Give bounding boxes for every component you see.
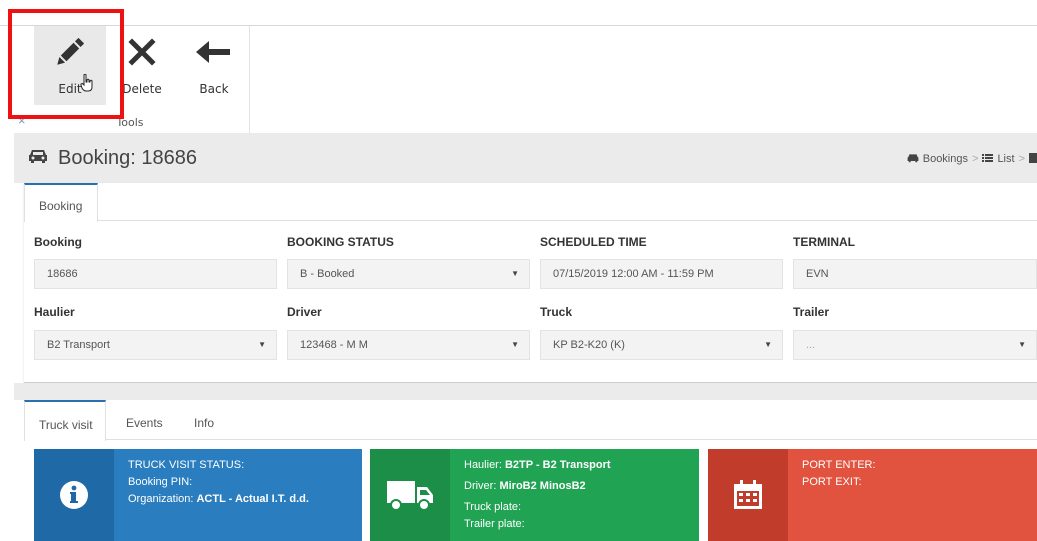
arrow-left-icon [186,34,242,70]
page-title-text: Booking: 18686 [58,147,198,169]
chevron-down-icon: ▼ [764,340,772,349]
terminal-label: TERMINAL [793,235,855,249]
scheduled-time-value: 07/15/2019 12:00 AM - 11:59 PM [553,268,714,280]
truck-visit-status-tile: TRUCK VISIT STATUS: Booking PIN: Organiz… [34,449,362,541]
port-tile-body: PORT ENTER: PORT EXIT: [802,457,876,491]
trailer-label: Trailer [793,305,830,319]
booking-label: Booking [34,235,82,249]
driver-value: 123468 - M M [300,339,368,351]
driver-text: Driver: MiroB2 MinosB2 [464,478,611,495]
port-enter-text: PORT ENTER: [802,459,876,471]
driver-label: Driver [287,305,322,319]
booking-status-label: BOOKING STATUS [287,235,394,249]
truck-icon [370,449,450,541]
breadcrumb-list[interactable]: List [997,153,1014,166]
left-gutter [0,133,14,541]
truck-select[interactable]: KP B2-K20 (K) ▼ [540,330,783,360]
truck-value: KP B2-K20 (K) [553,339,625,351]
booking-field: 18686 [34,259,277,289]
vehicle-tile-body: Haulier: B2TP - B2 Transport Driver: Mir… [464,457,611,533]
truck-visit-tabs: Truck visit Events Info [24,400,1037,441]
haulier-text: Haulier: B2TP - B2 Transport [464,457,611,474]
organization-value: ACTL - Actual I.T. d.d. [196,493,309,505]
port-exit-text: PORT EXIT: [802,476,862,488]
booking-tabs: Booking [24,183,1037,222]
trailer-select[interactable]: ... ▼ [793,330,1037,360]
tab-info[interactable]: Info [194,400,214,440]
haulier-label: Haulier [34,305,75,319]
haulier-select[interactable]: B2 Transport ▼ [34,330,277,360]
info-icon [34,449,114,541]
page-title: Booking: 18686 [28,147,197,170]
tab-truck-visit[interactable]: Truck visit [24,400,106,441]
booking-card: Booking Booking 18686 BOOKING STATUS B -… [24,183,1037,383]
haulier-value: B2 Transport [47,339,110,351]
status-tile-body: TRUCK VISIT STATUS: Booking PIN: Organiz… [128,457,309,508]
breadcrumb-separator: > [1018,153,1025,165]
chevron-down-icon: ▼ [511,340,519,349]
breadcrumb-car-icon [907,153,919,166]
booking-status-value: B - Booked [300,268,355,280]
ribbon-toolbar: Edit Delete Back Tools × [0,25,1037,133]
truck-plate-text: Truck plate: [464,501,522,513]
driver-select[interactable]: 123468 - M M ▼ [287,330,530,360]
back-button[interactable]: Back [186,26,242,101]
port-tile: PORT ENTER: PORT EXIT: [708,449,1037,541]
breadcrumb-bookings[interactable]: Bookings [923,153,968,166]
car-icon [28,147,48,170]
back-label: Back [199,82,229,96]
tile-haulier-value: B2TP - B2 Transport [504,459,611,471]
truck-visit-panel: Truck visit Events Info TRUCK VISIT STAT… [24,400,1037,541]
breadcrumb-next-icon [1029,153,1037,166]
tab-booking[interactable]: Booking [24,183,98,222]
chevron-down-icon: ▼ [258,340,266,349]
trailer-plate-text: Trailer plate: [464,518,525,530]
tile-driver-value: MiroB2 MinosB2 [499,480,586,492]
truck-visit-status-text: TRUCK VISIT STATUS: [128,459,245,471]
highlight-box [8,9,124,119]
tile-haulier-label: Haulier: [464,459,505,471]
section-divider [14,383,1037,400]
list-icon [982,153,994,166]
scheduled-time-field: 07/15/2019 12:00 AM - 11:59 PM [540,259,783,289]
tile-driver-label: Driver: [464,480,500,492]
terminal-value: EVN [806,268,829,280]
tab-events[interactable]: Events [126,400,163,440]
booking-value: 18686 [47,268,78,280]
hand-cursor-icon [80,73,94,96]
organization-label: Organization: [128,493,197,505]
scheduled-time-label: SCHEDULED TIME [540,235,647,249]
page-header: Booking: 18686 Bookings > List > [14,133,1037,183]
terminal-field: EVN [793,259,1037,289]
chevron-down-icon: ▼ [1018,340,1026,349]
calendar-icon [708,449,788,541]
breadcrumb-separator: > [972,153,979,165]
trailer-value: ... [806,339,816,351]
booking-status-select[interactable]: B - Booked ▼ [287,259,530,289]
breadcrumb: Bookings > List > [907,153,1037,166]
booking-pin-text: Booking PIN: [128,476,193,488]
organization-text: Organization: ACTL - Actual I.T. d.d. [128,491,309,508]
vehicle-tile: Haulier: B2TP - B2 Transport Driver: Mir… [370,449,699,541]
chevron-down-icon: ▼ [511,269,519,278]
truck-label: Truck [540,305,573,319]
